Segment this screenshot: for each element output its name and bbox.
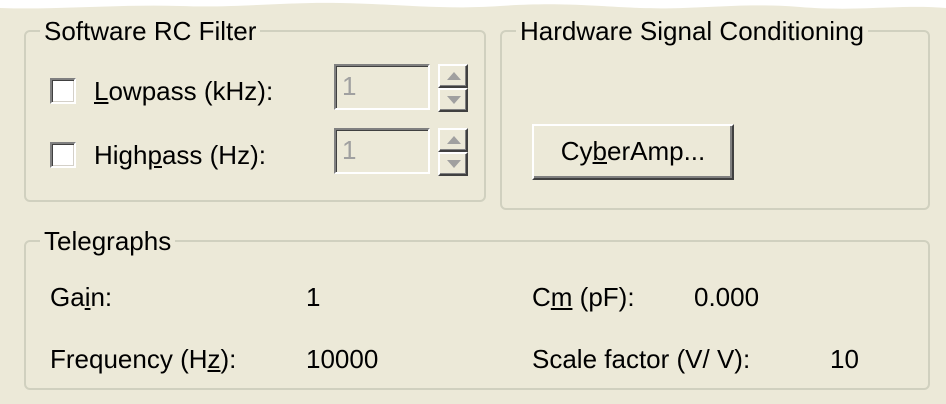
software-rc-filter-group: Software RC Filter [24, 16, 486, 202]
highpass-checkbox[interactable] [50, 142, 76, 168]
highpass-spinner[interactable] [438, 128, 468, 176]
hardware-signal-conditioning-group: Hardware Signal Conditioning [500, 16, 930, 210]
cyberamp-button[interactable]: CyberAmp... [532, 124, 734, 180]
down-arrow-icon [447, 96, 461, 104]
gain-label: Gain: [50, 282, 113, 312]
scale-factor-value: 10 [830, 344, 859, 374]
hardware-signal-conditioning-title: Hardware Signal Conditioning [516, 16, 868, 46]
up-arrow-icon [447, 72, 461, 80]
frequency-mnemonic: z [207, 344, 221, 374]
highpass-spin-down[interactable] [438, 152, 468, 176]
highpass-label[interactable]: Highpass (Hz): [94, 140, 266, 170]
highpass-spin-up[interactable] [438, 128, 468, 152]
down-arrow-icon [447, 160, 461, 168]
software-rc-filter-title: Software RC Filter [40, 16, 261, 46]
scale-factor-label: Scale factor (V/ V): [532, 344, 751, 374]
highpass-mnemonic: p [147, 140, 162, 170]
lowpass-spinner[interactable] [438, 64, 468, 112]
lowpass-spin-up[interactable] [438, 64, 468, 88]
cm-mnemonic: m [550, 282, 573, 312]
highpass-value-input[interactable]: 1 [334, 128, 430, 174]
lowpass-mnemonic: L [94, 76, 109, 106]
frequency-value: 10000 [306, 344, 379, 374]
frequency-label: Frequency (Hz): [50, 344, 237, 374]
cm-value: 0.000 [694, 282, 760, 312]
cm-label: Cm (pF): [532, 282, 635, 312]
lowpass-spin-down[interactable] [438, 88, 468, 112]
torn-edge [0, 0, 946, 9]
lowpass-value-input[interactable]: 1 [334, 64, 430, 110]
lowpass-label[interactable]: Lowpass (kHz): [94, 76, 273, 106]
cyberamp-mnemonic: b [592, 136, 607, 166]
up-arrow-icon [447, 136, 461, 144]
telegraphs-title: Telegraphs [40, 226, 176, 256]
dialog-panel: Software RC Filter Lowpass (kHz): 1 High… [0, 0, 946, 404]
gain-value: 1 [306, 282, 321, 312]
lowpass-checkbox[interactable] [50, 78, 76, 104]
